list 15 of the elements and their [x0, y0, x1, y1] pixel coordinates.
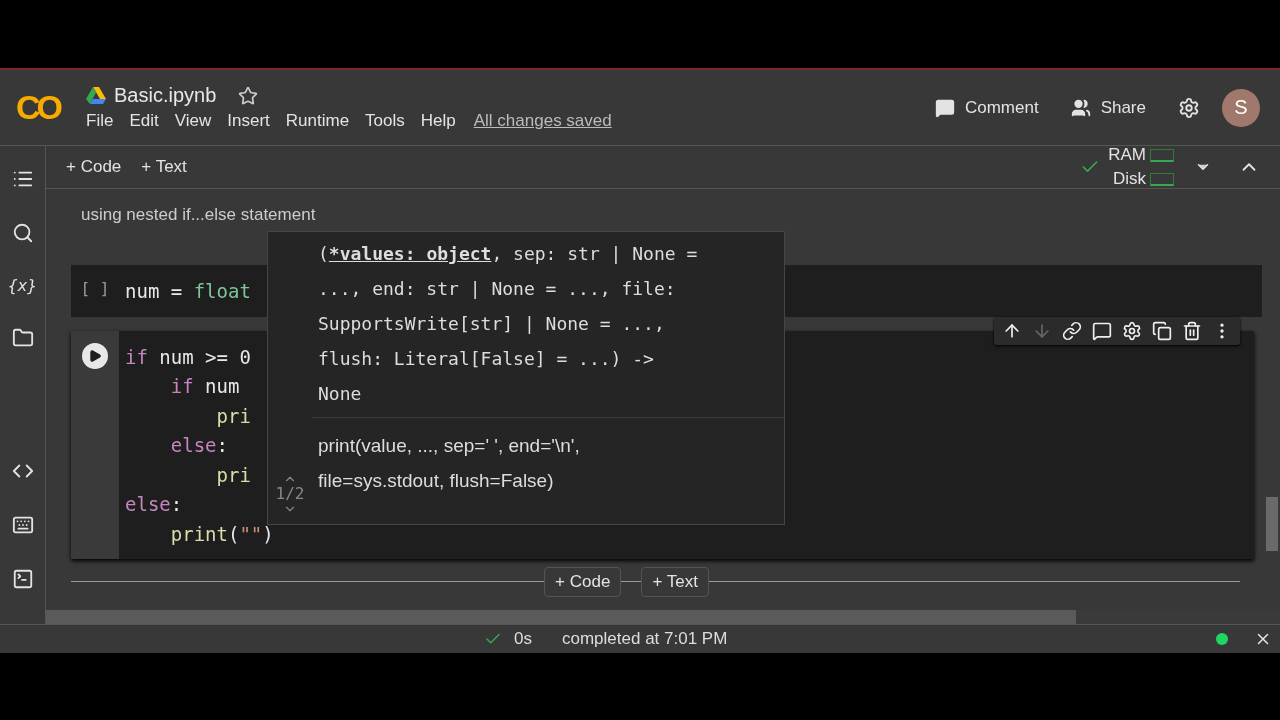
- code-line: print(""): [169, 521, 274, 547]
- status-message: completed at 7:01 PM: [561, 629, 728, 649]
- duration-text: 0s: [514, 629, 532, 649]
- code-line: else:: [169, 433, 228, 458]
- code-line: pri: [215, 462, 251, 488]
- text-cell: using nested if...else statement: [81, 205, 316, 224]
- code-line: else:: [125, 492, 183, 517]
- code-line: if num >= 0: [125, 344, 251, 370]
- code-line: if num: [169, 374, 240, 399]
- cell-prompt: [ ]: [80, 279, 110, 300]
- code-line: pri: [215, 403, 251, 429]
- overload-counter: 1/2: [275, 486, 305, 502]
- docstring-text: print(value, ..., sep=' ', end='\n', file=sys.stdout, flush=False): [317, 434, 581, 493]
- code-line: num = float: [125, 279, 251, 304]
- signature-text: (*values: object, sep: str | None = ..., end: str | None = ..., file: SupportsWrite[str] | None = ..., flush: Literal[False] = ...) -> None: [312, 232, 784, 418]
